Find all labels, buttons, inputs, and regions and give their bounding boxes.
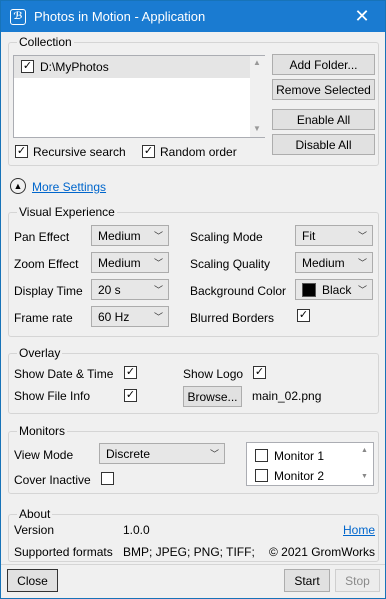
chevron-down-icon: ﹀	[209, 449, 219, 459]
visual-experience-title: Visual Experience	[17, 205, 117, 219]
folder-path: D:\MyPhotos	[40, 60, 109, 74]
monitors-title: Monitors	[17, 424, 68, 438]
show-date-time-label: Show Date & Time	[14, 367, 114, 381]
window-title: Photos in Motion - Application	[34, 9, 206, 24]
title-bar[interactable]: ℬ Photos in Motion - Application ✕	[1, 1, 385, 32]
background-color-label: Background Color	[190, 284, 287, 298]
browse-button[interactable]: Browse...	[183, 386, 242, 407]
frame-rate-value: 60 Hz	[98, 309, 130, 324]
scroll-down-icon[interactable]: ▼	[361, 473, 368, 480]
footer-divider	[1, 564, 385, 565]
version-value: 1.0.0	[123, 523, 150, 537]
chevron-down-icon: ﹀	[357, 258, 367, 268]
window-close-icon[interactable]: ✕	[339, 1, 385, 32]
scroll-down-icon[interactable]: ▼	[253, 124, 261, 133]
version-label: Version	[14, 523, 55, 537]
disable-all-button[interactable]: Disable All	[272, 134, 375, 155]
pan-effect-select[interactable]: Medium ﹀	[91, 225, 169, 246]
recursive-search-label: Recursive search	[33, 145, 126, 159]
logo-file-name: main_02.png	[252, 389, 322, 403]
view-mode-select[interactable]: Discrete ﹀	[99, 443, 225, 464]
monitor-1-checkbox[interactable]	[255, 449, 268, 462]
show-logo-checkbox[interactable]: ✓	[253, 366, 266, 379]
chevron-down-icon: ﹀	[153, 231, 163, 241]
add-folder-button[interactable]: Add Folder...	[272, 54, 375, 75]
scaling-mode-value: Fit	[302, 228, 316, 243]
remove-selected-button[interactable]: Remove Selected	[272, 79, 375, 100]
display-time-value: 20 s	[98, 282, 121, 297]
app-window: ℬ Photos in Motion - Application ✕ Colle…	[0, 0, 386, 599]
scaling-quality-select[interactable]: Medium ﹀	[295, 252, 373, 273]
cover-inactive-checkbox[interactable]	[101, 472, 114, 485]
scroll-up-icon[interactable]: ▲	[253, 58, 261, 67]
folder-list-scrollbar[interactable]: ▲ ▼	[250, 56, 265, 137]
frame-rate-label: Frame rate	[14, 311, 73, 325]
supported-formats-label: Supported formats	[14, 545, 113, 559]
supported-formats-value: BMP; JPEG; PNG; TIFF;	[123, 545, 255, 559]
show-file-info-label: Show File Info	[14, 389, 91, 403]
scroll-up-icon[interactable]: ▲	[361, 447, 368, 454]
collection-title: Collection	[17, 35, 74, 49]
scaling-quality-value: Medium	[302, 255, 345, 270]
copyright-text: © 2021 GromWorks	[269, 545, 375, 559]
scaling-mode-select[interactable]: Fit ﹀	[295, 225, 373, 246]
overlay-title: Overlay	[17, 346, 63, 360]
about-title: About	[17, 507, 53, 521]
view-mode-label: View Mode	[14, 448, 74, 462]
chevron-down-icon: ﹀	[153, 258, 163, 268]
close-button[interactable]: Close	[7, 569, 58, 592]
blurred-borders-label: Blurred Borders	[190, 311, 275, 325]
folder-checkbox[interactable]: ✓	[21, 60, 34, 73]
folder-list[interactable]: ✓ D:\MyPhotos ▲ ▼	[13, 55, 265, 138]
show-logo-label: Show Logo	[183, 367, 244, 381]
enable-all-button[interactable]: Enable All	[272, 109, 375, 130]
collapse-chevron-icon[interactable]: ▲	[10, 178, 26, 194]
show-file-info-checkbox[interactable]: ✓	[124, 389, 137, 402]
pan-effect-label: Pan Effect	[14, 230, 70, 244]
zoom-effect-value: Medium	[98, 255, 141, 270]
display-time-select[interactable]: 20 s ﹀	[91, 279, 169, 300]
zoom-effect-label: Zoom Effect	[14, 257, 79, 271]
zoom-effect-select[interactable]: Medium ﹀	[91, 252, 169, 273]
background-color-value: Black	[322, 282, 352, 297]
background-color-select[interactable]: Black ﹀	[295, 279, 373, 300]
app-logo-icon: ℬ	[10, 8, 26, 25]
chevron-down-icon: ﹀	[153, 312, 163, 322]
frame-rate-select[interactable]: 60 Hz ﹀	[91, 306, 169, 327]
stop-button[interactable]: Stop	[335, 569, 380, 592]
pan-effect-value: Medium	[98, 228, 141, 243]
show-date-time-checkbox[interactable]: ✓	[124, 366, 137, 379]
folder-list-item[interactable]: ✓ D:\MyPhotos	[14, 56, 250, 78]
monitor-2-label: Monitor 2	[274, 469, 325, 483]
monitor-1-label: Monitor 1	[274, 449, 325, 463]
recursive-search-checkbox[interactable]: ✓	[15, 145, 28, 158]
more-settings-link[interactable]: More Settings	[32, 180, 106, 194]
scaling-quality-label: Scaling Quality	[190, 257, 271, 271]
cover-inactive-label: Cover Inactive	[14, 473, 91, 487]
monitor-2-checkbox[interactable]	[255, 469, 268, 482]
blurred-borders-checkbox[interactable]: ✓	[297, 309, 310, 322]
random-order-checkbox[interactable]: ✓	[142, 145, 155, 158]
chevron-down-icon: ﹀	[357, 231, 367, 241]
start-button[interactable]: Start	[284, 569, 330, 592]
scaling-mode-label: Scaling Mode	[190, 230, 263, 244]
view-mode-value: Discrete	[106, 446, 151, 461]
home-link[interactable]: Home	[343, 523, 375, 537]
random-order-label: Random order	[160, 145, 237, 159]
chevron-down-icon: ﹀	[153, 285, 163, 295]
monitor-list[interactable]: Monitor 1 Monitor 2 ▲ ▼	[246, 442, 374, 486]
display-time-label: Display Time	[14, 284, 83, 298]
chevron-down-icon: ﹀	[357, 285, 367, 295]
color-swatch	[302, 282, 316, 297]
